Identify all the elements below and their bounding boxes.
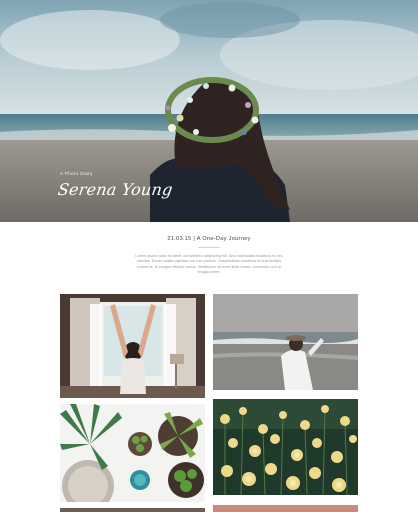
gallery-photo-flowers[interactable] xyxy=(213,399,358,495)
hero-title: Serena Young xyxy=(56,180,174,199)
beach-photo-icon xyxy=(213,294,358,390)
intro-section: 21.03.15 | A One-Day Journey Lorem ipsum… xyxy=(0,222,418,292)
hero-kicker: A Photo Diary xyxy=(60,171,93,176)
intro-paragraph: Lorem ipsum dolor sit amet, consectetur … xyxy=(135,254,283,274)
divider xyxy=(198,247,220,248)
hero-banner: A Photo Diary Serena Young xyxy=(0,0,418,222)
window-photo-icon xyxy=(60,294,205,398)
gallery-photo-succulents[interactable] xyxy=(60,404,205,502)
gallery-photo-partial[interactable] xyxy=(213,505,358,512)
flowers-photo-icon xyxy=(213,399,358,495)
gallery-photo-partial[interactable] xyxy=(60,508,205,512)
succulents-photo-icon xyxy=(60,404,205,502)
gallery-photo-window[interactable] xyxy=(60,294,205,398)
post-date-title: 21.03.15 | A One-Day Journey xyxy=(167,236,251,242)
gallery-photo-beach[interactable] xyxy=(213,294,358,390)
